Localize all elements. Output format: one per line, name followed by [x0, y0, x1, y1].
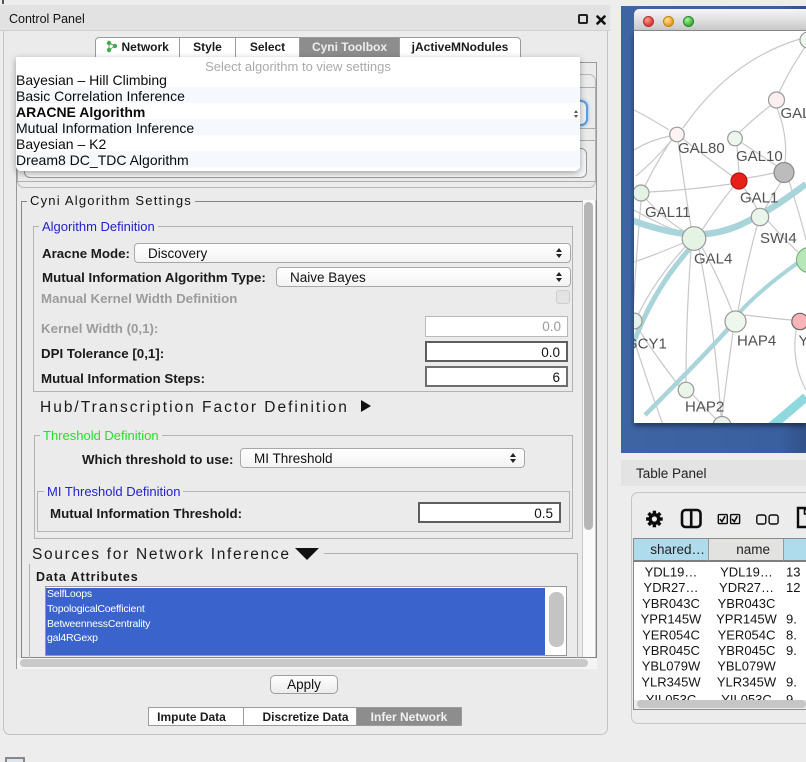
svg-text:GAL10: GAL10 — [736, 148, 783, 165]
svg-text:YDL19…: YDL19… — [645, 565, 698, 580]
svg-text:13: 13 — [786, 565, 800, 580]
svg-text:GCY1: GCY1 — [634, 336, 667, 353]
svg-text:YLR345W: YLR345W — [717, 674, 777, 689]
svg-text:YIL053C: YIL053C — [646, 692, 697, 700]
svg-text:YBR043C: YBR043C — [642, 596, 700, 611]
svg-text:9.: 9. — [786, 674, 797, 689]
svg-text:9: 9 — [786, 692, 793, 700]
svg-text:YBR045C: YBR045C — [642, 643, 700, 658]
svg-text:YER054C: YER054C — [718, 627, 776, 642]
svg-text:8.: 8. — [786, 627, 797, 642]
svg-text:HAP4: HAP4 — [737, 333, 776, 350]
svg-text:12: 12 — [786, 580, 800, 595]
svg-text:SWI4: SWI4 — [760, 230, 797, 247]
svg-text:GAL: GAL — [781, 105, 806, 122]
svg-text:YPR145W: YPR145W — [716, 612, 777, 627]
svg-text:YBR043C: YBR043C — [718, 596, 776, 611]
svg-text:Y: Y — [799, 333, 806, 350]
svg-text:YDR27…: YDR27… — [719, 580, 774, 595]
svg-text:GAL4: GAL4 — [694, 251, 732, 268]
svg-text:YPR145W: YPR145W — [641, 612, 702, 627]
svg-text:YER054C: YER054C — [642, 627, 700, 642]
svg-text:YBR045C: YBR045C — [718, 643, 776, 658]
svg-text:9.: 9. — [786, 643, 797, 658]
svg-text:HAP2: HAP2 — [685, 399, 724, 416]
svg-text:GAL80: GAL80 — [678, 140, 725, 157]
svg-text:9.: 9. — [786, 612, 797, 627]
svg-text:YDL19…: YDL19… — [720, 565, 773, 580]
svg-text:YLR345W: YLR345W — [641, 674, 701, 689]
svg-text:YDR27…: YDR27… — [644, 580, 699, 595]
svg-text:GAL1: GAL1 — [740, 190, 778, 207]
svg-text:GAL11: GAL11 — [645, 204, 691, 221]
svg-text:YBL079W: YBL079W — [717, 659, 776, 674]
svg-text:YBL079W: YBL079W — [642, 659, 701, 674]
svg-text:YIL053C: YIL053C — [721, 692, 772, 700]
